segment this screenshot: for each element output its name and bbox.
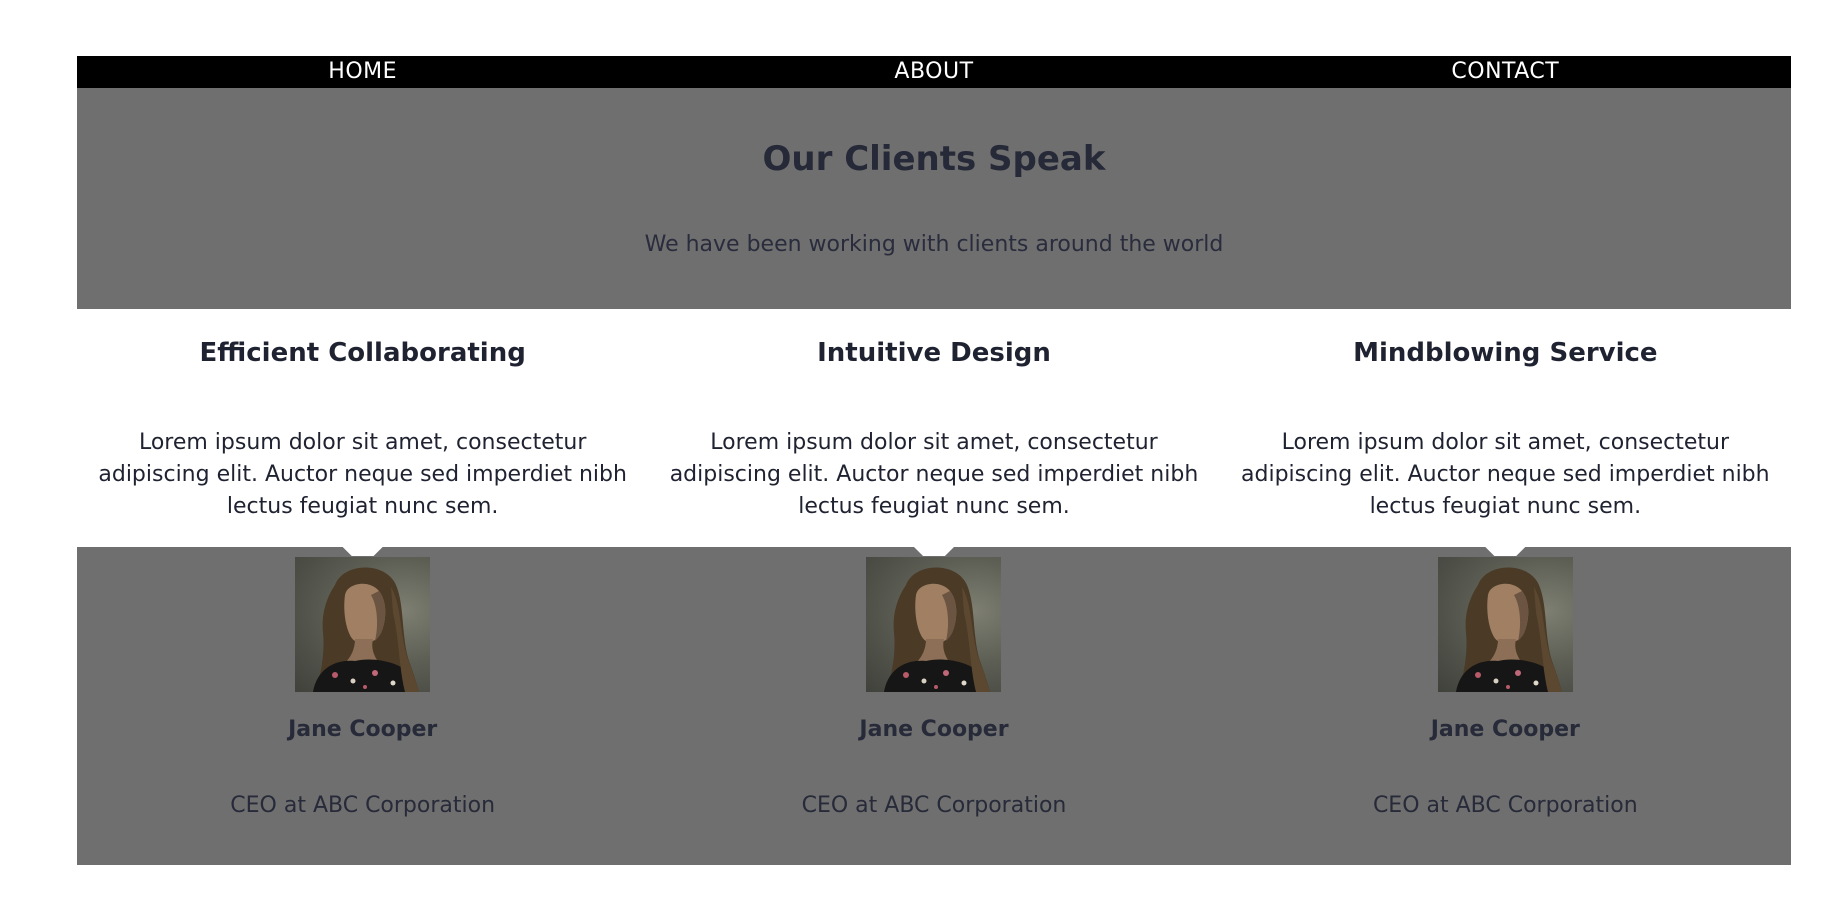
card-title: Intuitive Design <box>817 338 1051 368</box>
card-text: Lorem ipsum dolor sit amet, consectetur … <box>1241 430 1770 519</box>
client-avatar <box>295 557 431 692</box>
card-text: Lorem ipsum dolor sit amet, consectetur … <box>98 430 627 519</box>
testimonial-card-1: Efficient Collaborating Lorem ipsum dolo… <box>77 309 648 547</box>
card-title: Efficient Collaborating <box>199 338 526 368</box>
section-title: Our Clients Speak <box>762 139 1106 179</box>
client-avatar <box>1437 557 1573 692</box>
nav-home-link[interactable]: HOME <box>77 56 648 88</box>
client-profile-3: Jane Cooper CEO at ABC Corporation <box>1220 546 1791 865</box>
client-profile-2: Jane Cooper CEO at ABC Corporation <box>648 546 1219 865</box>
client-name: Jane Cooper <box>859 717 1009 742</box>
client-name: Jane Cooper <box>288 717 438 742</box>
client-avatar <box>866 557 1002 692</box>
section-subtitle: We have been working with clients around… <box>644 232 1224 257</box>
testimonial-cards: Efficient Collaborating Lorem ipsum dolo… <box>77 309 1791 547</box>
testimonial-card-3: Mindblowing Service Lorem ipsum dolor si… <box>1220 309 1791 547</box>
client-profile-1: Jane Cooper CEO at ABC Corporation <box>77 546 648 865</box>
card-text: Lorem ipsum dolor sit amet, consectetur … <box>669 430 1199 519</box>
nav-about-link[interactable]: ABOUT <box>648 56 1219 88</box>
testimonial-card-2: Intuitive Design Lorem ipsum dolor sit a… <box>648 309 1219 547</box>
top-nav: HOME ABOUT CONTACT <box>77 56 1791 88</box>
client-role: CEO at ABC Corporation <box>801 793 1067 818</box>
speech-pointer <box>912 546 955 556</box>
card-title: Mindblowing Service <box>1353 338 1658 368</box>
speech-pointer <box>1484 546 1527 556</box>
nav-contact-link[interactable]: CONTACT <box>1220 56 1791 88</box>
testimonials-header: Our Clients Speak We have been working w… <box>77 88 1791 309</box>
client-role: CEO at ABC Corporation <box>1372 793 1638 818</box>
client-name: Jane Cooper <box>1430 717 1580 742</box>
speech-pointer <box>341 546 384 556</box>
client-role: CEO at ABC Corporation <box>230 793 496 818</box>
clients-row: Jane Cooper CEO at ABC Corporation Jane … <box>77 546 1791 865</box>
page-container: HOME ABOUT CONTACT Our Clients Speak We … <box>77 56 1791 865</box>
